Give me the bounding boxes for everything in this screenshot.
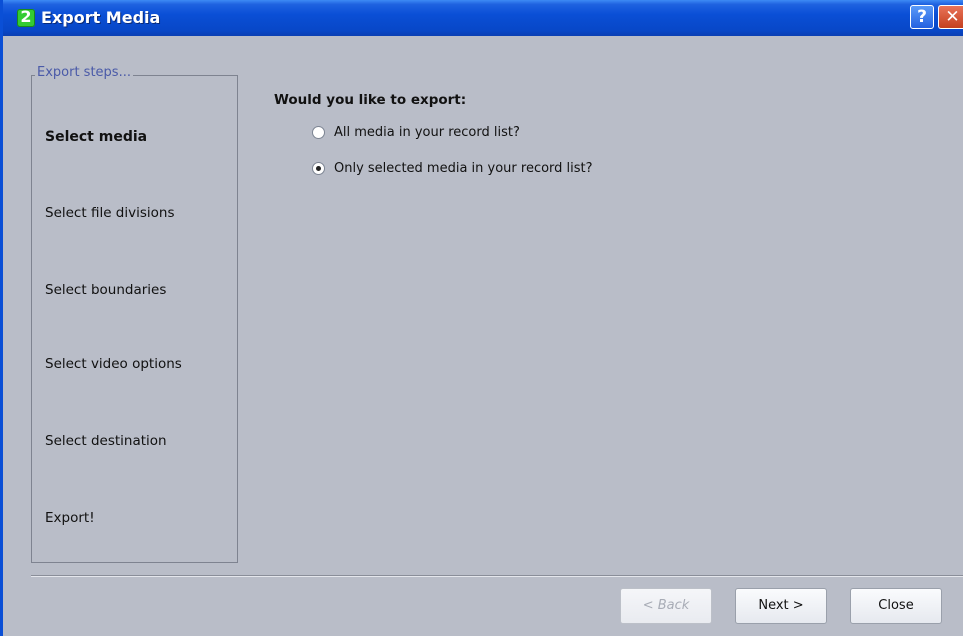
radio-selected-media[interactable] <box>312 162 325 175</box>
export-question: Would you like to export: <box>274 92 467 108</box>
step-select-video-options: Select video options <box>45 356 182 372</box>
close-button[interactable]: Close <box>850 588 942 624</box>
next-button[interactable]: Next > <box>735 588 827 624</box>
export-media-dialog: Export Media ? ✕ Export steps... Select … <box>0 0 963 636</box>
title-bar[interactable]: Export Media ? ✕ <box>3 0 963 36</box>
window-title: Export Media <box>41 8 161 27</box>
close-icon[interactable]: ✕ <box>938 5 963 29</box>
radio-all-media[interactable] <box>312 126 325 139</box>
step-select-boundaries: Select boundaries <box>45 282 167 298</box>
step-select-file-divisions: Select file divisions <box>45 205 175 221</box>
step-select-media: Select media <box>45 129 148 145</box>
step-select-destination: Select destination <box>45 433 167 449</box>
app-logo-icon <box>17 7 35 27</box>
option-all-media-label[interactable]: All media in your record list? <box>334 125 520 140</box>
export-steps-legend: Export steps... <box>35 65 133 80</box>
back-button[interactable]: < Back <box>620 588 712 624</box>
button-separator <box>31 575 963 577</box>
option-selected-media-label[interactable]: Only selected media in your record list? <box>334 161 593 176</box>
step-export: Export! <box>45 510 95 526</box>
export-steps-panel <box>31 75 238 563</box>
help-icon[interactable]: ? <box>910 5 934 29</box>
